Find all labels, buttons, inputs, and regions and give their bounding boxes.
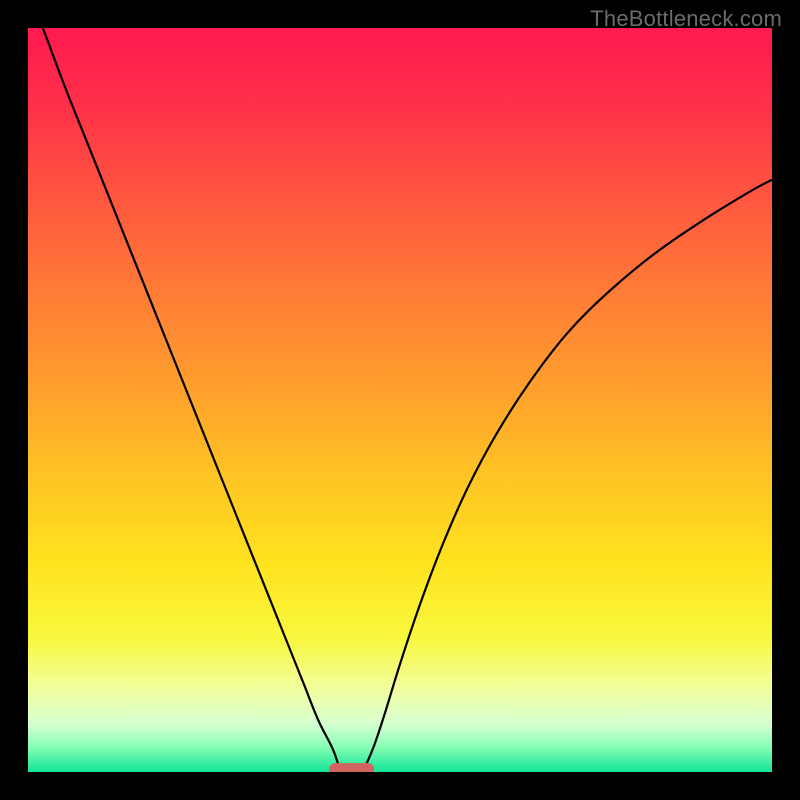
watermark-text: TheBottleneck.com [590, 6, 782, 32]
optimum-marker [329, 763, 374, 772]
plot-area [28, 28, 772, 772]
outer-frame: TheBottleneck.com [0, 0, 800, 800]
bottleneck-chart [28, 28, 772, 772]
gradient-background [28, 28, 772, 772]
